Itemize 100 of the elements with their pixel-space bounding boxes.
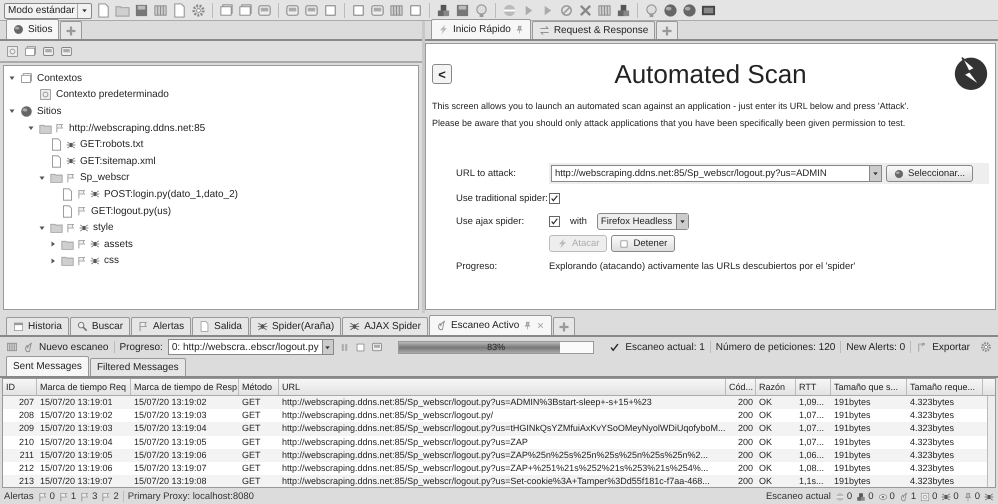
circle-icon[interactable] — [502, 3, 517, 18]
layout-icon[interactable] — [60, 44, 73, 58]
grid-icon[interactable] — [6, 341, 18, 353]
tree-item[interactable]: css — [103, 255, 120, 266]
tab[interactable]: Inicio Rápido — [431, 19, 531, 39]
collapse-icon[interactable] — [38, 174, 46, 182]
table-cell-text: 1,08... — [798, 462, 826, 475]
browser-dropdown[interactable]: Firefox Headless — [596, 212, 689, 230]
tree-item[interactable]: Sitios — [36, 106, 62, 117]
tree-item[interactable]: Sp_webscr — [79, 172, 130, 184]
mode-dropdown[interactable]: Modo estándar — [4, 2, 92, 18]
gear-icon[interactable] — [980, 341, 992, 353]
tab[interactable]: Sitios — [6, 19, 60, 39]
table-cell-text: 210 — [18, 436, 35, 449]
grid-icon[interactable] — [597, 3, 612, 18]
add-tab-button[interactable] — [60, 21, 82, 39]
tab[interactable]: Request & Response — [532, 21, 656, 39]
window-icon[interactable] — [219, 3, 234, 18]
window-icon[interactable] — [24, 44, 37, 58]
square-icon[interactable] — [408, 3, 423, 18]
tree-item[interactable]: Contextos — [36, 72, 84, 84]
page-icon[interactable] — [96, 3, 111, 18]
column-header[interactable]: Método — [239, 379, 279, 395]
panel-icon[interactable] — [153, 3, 168, 18]
column-header[interactable]: RTT — [796, 379, 831, 395]
column-header[interactable]: ID — [3, 379, 37, 395]
stop-icon[interactable] — [559, 3, 574, 18]
blocks-icon[interactable] — [616, 3, 631, 18]
layout-icon[interactable] — [42, 44, 55, 58]
spider-icon — [349, 321, 360, 332]
column-header[interactable]: Tamaño reque... — [907, 379, 983, 395]
target-icon[interactable] — [6, 44, 19, 58]
tab[interactable]: Spider(Araña) — [250, 317, 342, 335]
expand-icon[interactable] — [49, 256, 57, 265]
layout-icon[interactable] — [304, 3, 319, 18]
layout-icon[interactable] — [370, 341, 383, 353]
table-cell-text: http://webscraping.ddns.net:85/Sp_webscr/logout.py/ — [281, 409, 494, 422]
back-button[interactable]: < — [432, 64, 452, 84]
bulb-icon[interactable] — [474, 3, 489, 18]
collapse-icon[interactable] — [8, 74, 16, 82]
tab[interactable]: Buscar — [70, 317, 130, 335]
cross-icon[interactable] — [578, 3, 593, 18]
square-icon[interactable] — [323, 3, 338, 18]
add-tab-button[interactable] — [656, 21, 678, 39]
tab[interactable]: Escaneo Activo — [428, 315, 552, 335]
tree-item[interactable]: assets — [103, 238, 134, 250]
tree-item[interactable]: GET:sitemap.xml — [79, 156, 157, 167]
square-icon[interactable] — [351, 3, 366, 18]
tree-item[interactable]: style — [92, 222, 115, 234]
blocks-icon[interactable] — [436, 3, 451, 18]
column-header[interactable]: Cód... — [726, 379, 756, 395]
intro-text: This screen allows you to launch an automated scan against an application - just enter its URL below and press 'Attack'. — [432, 101, 909, 111]
tree-item[interactable]: GET:logout.py(us) — [90, 206, 172, 217]
table-cell-text: 15/07/20 13:19:02 — [39, 409, 114, 422]
scan-dropdown[interactable]: 0: http://webscra..ebscr/logout.py — [168, 339, 334, 355]
column-header[interactable]: Tamaño que s... — [831, 379, 907, 395]
panel-icon[interactable] — [389, 3, 404, 18]
column-header[interactable]: Razón — [756, 379, 796, 395]
layout-icon[interactable] — [370, 3, 385, 18]
scrollbar[interactable] — [987, 396, 995, 487]
stop-button[interactable]: Detener — [611, 235, 676, 252]
checkbox[interactable] — [549, 192, 560, 204]
table-cell-text: OK — [758, 462, 774, 475]
collapse-icon[interactable] — [27, 124, 35, 132]
bulb-icon[interactable] — [644, 3, 659, 18]
close-icon[interactable] — [536, 321, 546, 330]
layout-icon[interactable] — [285, 3, 300, 18]
tree-item[interactable]: POST:login.py(dato_1,dato_2) — [103, 188, 239, 200]
tab[interactable]: Filtered Messages — [90, 358, 186, 376]
tab[interactable]: Alertas — [131, 317, 192, 335]
pin-icon[interactable] — [514, 25, 524, 34]
expand-icon[interactable] — [49, 240, 57, 248]
url-field[interactable]: http://webscraping.ddns.net:85/Sp_webscr/logout.py?us=ADMIN — [551, 165, 882, 182]
export-button[interactable]: Exportar — [932, 342, 970, 352]
window-icon[interactable] — [238, 3, 253, 18]
layout-icon[interactable] — [257, 3, 272, 18]
column-header[interactable]: Marca de tiempo Req — [37, 379, 131, 395]
collapse-icon[interactable] — [38, 224, 46, 232]
tree-item[interactable]: GET:robots.txt — [79, 139, 144, 150]
select-button[interactable]: Seleccionar... — [886, 165, 974, 182]
tab[interactable]: Sent Messages — [6, 356, 89, 376]
gear-icon[interactable] — [191, 3, 206, 18]
field-value: http://webscraping.ddns.net:85/Sp_webscr/logout.py?us=ADMIN — [555, 168, 827, 179]
tree-item[interactable]: http://webscraping.ddns.net:85 — [68, 122, 206, 134]
add-tab-button[interactable] — [553, 317, 576, 335]
globe-icon[interactable] — [663, 3, 678, 18]
column-header[interactable]: Marca de tiempo de Resp — [131, 379, 239, 395]
tab[interactable]: Salida — [192, 317, 249, 335]
page-icon[interactable] — [172, 3, 187, 18]
pin-icon[interactable] — [523, 321, 532, 330]
stop-icon[interactable] — [354, 342, 366, 352]
tab[interactable]: AJAX Spider — [342, 317, 428, 335]
tab[interactable]: Historia — [6, 317, 69, 335]
checkbox[interactable] — [549, 216, 560, 226]
collapse-icon[interactable] — [8, 107, 16, 116]
new-scan-button[interactable]: Nuevo escaneo — [39, 342, 108, 352]
column-header[interactable]: URL — [279, 379, 726, 395]
globe-icon[interactable] — [682, 3, 697, 18]
tree-item[interactable]: Contexto predeterminado — [55, 89, 170, 100]
monitor-icon[interactable] — [701, 3, 716, 18]
